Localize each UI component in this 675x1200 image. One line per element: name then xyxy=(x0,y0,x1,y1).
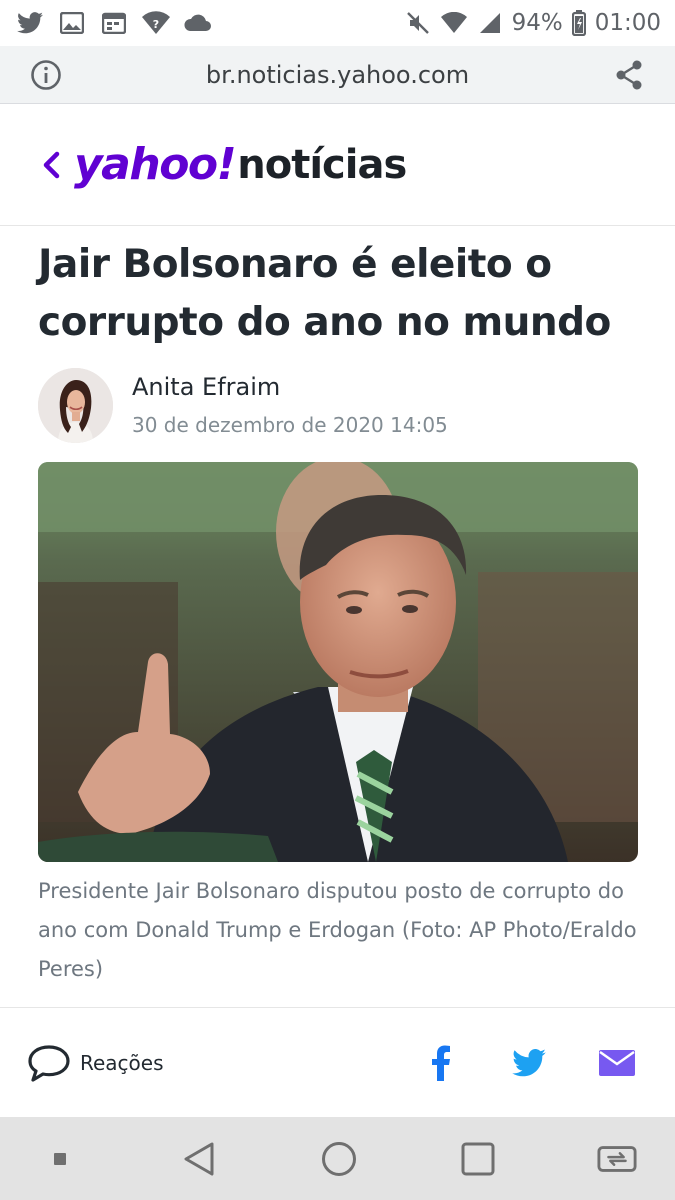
image-notification-icon xyxy=(58,9,86,37)
home-circle-icon[interactable] xyxy=(319,1139,359,1179)
speech-bubble-icon xyxy=(28,1044,70,1082)
share-icon[interactable] xyxy=(611,57,647,93)
wifi-icon xyxy=(440,9,468,37)
publish-date: 30 de dezembro de 2020 14:05 xyxy=(132,412,448,437)
status-right-icons: 94% 01:00 xyxy=(404,9,661,37)
calendar-notification-icon xyxy=(100,9,128,37)
info-icon[interactable] xyxy=(28,57,64,93)
back-triangle-icon[interactable] xyxy=(179,1139,219,1179)
article-hero-image[interactable] xyxy=(38,462,638,862)
reactions-label: Reações xyxy=(80,1050,164,1075)
cloud-icon xyxy=(184,9,212,37)
site-header: yahoo! notícias xyxy=(0,104,675,226)
article-headline: Jair Bolsonaro é eleito o corrupto do an… xyxy=(38,242,611,345)
browser-url-bar: br.noticias.yahoo.com xyxy=(0,46,675,104)
share-bar: Reações xyxy=(0,1007,675,1117)
status-bar: ? 94% 01:00 xyxy=(0,0,675,46)
yahoo-logo[interactable]: yahoo! xyxy=(74,139,237,190)
battery-percent: 94% xyxy=(511,10,563,36)
section-logo[interactable]: notícias xyxy=(237,142,407,188)
signal-icon xyxy=(476,9,504,37)
facebook-icon[interactable] xyxy=(423,1045,459,1081)
author-avatar[interactable] xyxy=(38,368,113,443)
status-left-icons: ? xyxy=(16,9,212,37)
twitter-notification-icon xyxy=(16,9,44,37)
mail-icon[interactable] xyxy=(599,1045,635,1081)
share-icons xyxy=(423,1045,647,1081)
image-caption: Presidente Jair Bolsonaro disputou posto… xyxy=(38,879,637,981)
mute-icon xyxy=(404,9,432,37)
android-nav-bar xyxy=(0,1117,675,1200)
twitter-icon[interactable] xyxy=(511,1045,547,1081)
byline: Anita Efraim 30 de dezembro de 2020 14:0… xyxy=(38,368,448,443)
clock: 01:00 xyxy=(594,10,661,36)
chevron-left-icon[interactable] xyxy=(36,145,66,185)
wifi-question-icon: ? xyxy=(142,9,170,37)
reactions-button[interactable]: Reações xyxy=(28,1044,164,1082)
svg-text:?: ? xyxy=(153,18,159,31)
byline-text: Anita Efraim 30 de dezembro de 2020 14:0… xyxy=(132,370,448,442)
screen-cast-icon[interactable] xyxy=(597,1139,637,1179)
recents-square-icon[interactable] xyxy=(458,1139,498,1179)
url-text[interactable]: br.noticias.yahoo.com xyxy=(206,61,469,89)
menu-dot-icon[interactable] xyxy=(40,1139,80,1179)
author-name[interactable]: Anita Efraim xyxy=(132,370,448,404)
battery-icon xyxy=(571,9,587,37)
